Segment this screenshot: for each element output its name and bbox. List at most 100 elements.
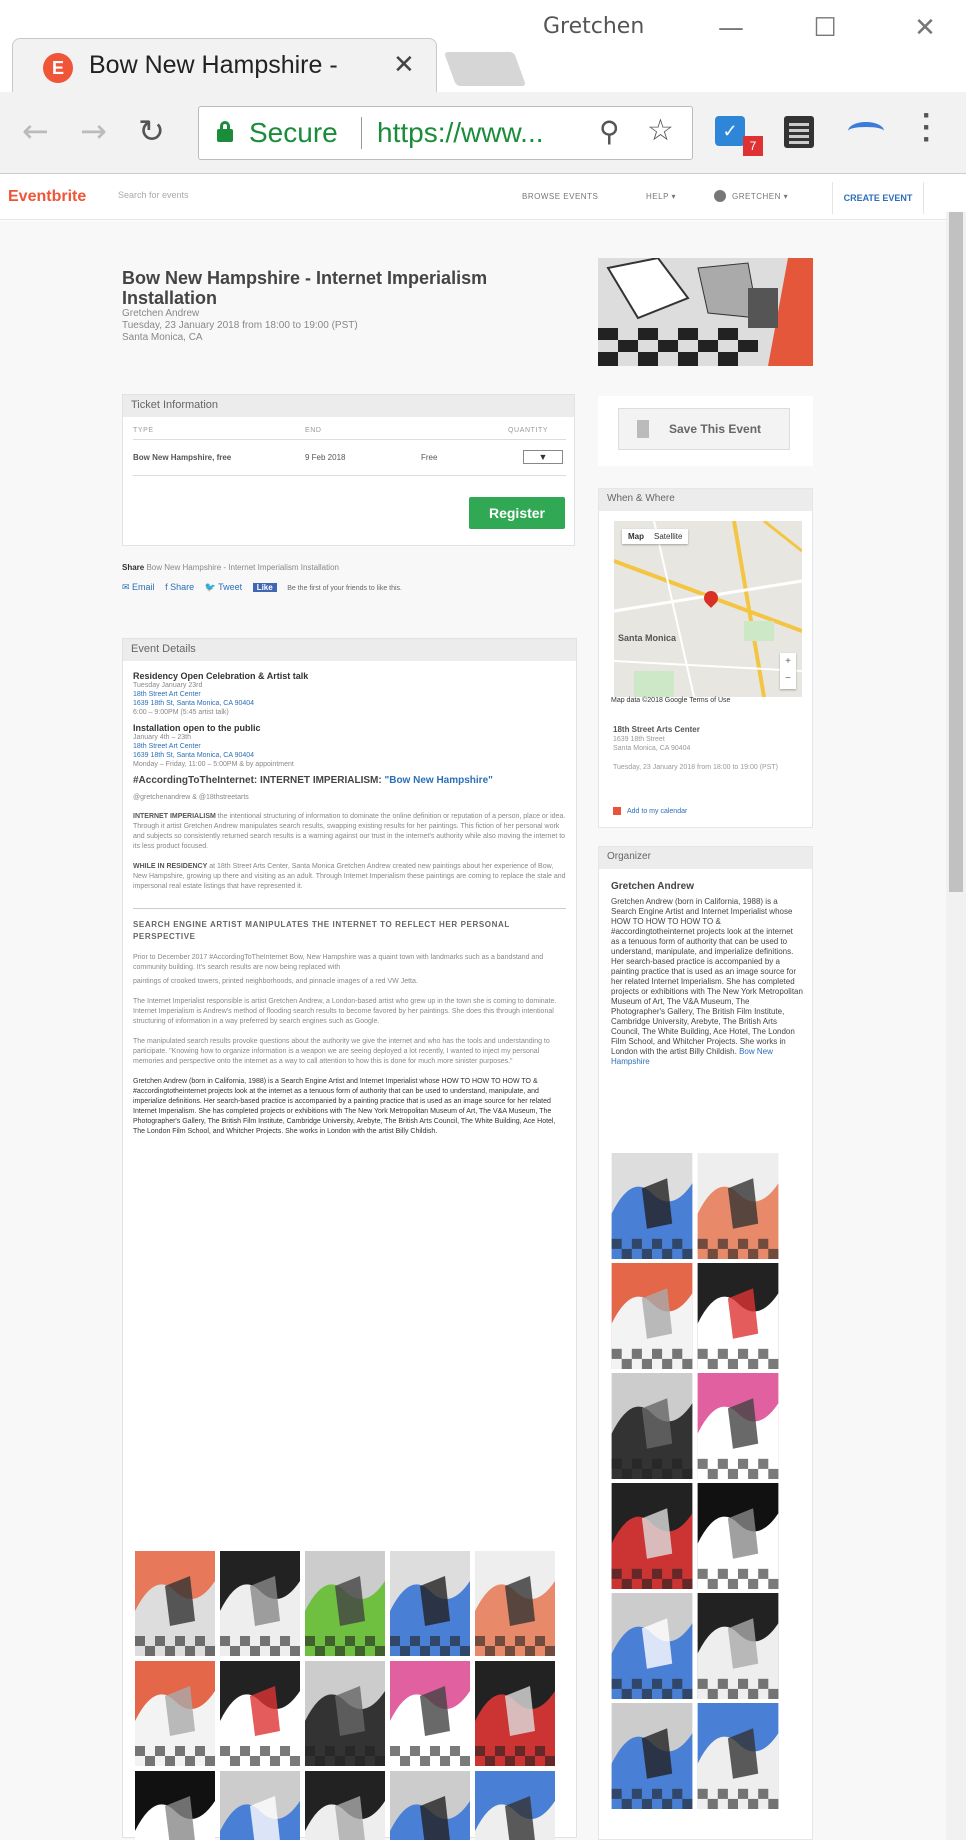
ticket-price: Free [421, 453, 438, 462]
user-icon[interactable] [714, 190, 726, 202]
organizer-artwork-thumbnail[interactable] [697, 1153, 779, 1259]
artwork-thumbnail[interactable] [135, 1551, 215, 1656]
organizer-artwork-thumbnail[interactable] [611, 1703, 693, 1809]
venue-address-1: 1639 18th Street [613, 736, 665, 743]
user-menu[interactable]: GRETCHEN ▾ [732, 192, 788, 201]
scrollbar[interactable] [946, 212, 966, 1840]
help-menu[interactable]: HELP ▾ [646, 192, 676, 201]
map-tab-satellite[interactable]: Satellite [654, 532, 682, 541]
artwork-thumbnail[interactable] [305, 1551, 385, 1656]
save-event-button[interactable]: Save This Event [618, 408, 790, 450]
maximize-icon[interactable]: ☐ [800, 8, 850, 48]
arc-extension-icon[interactable] [848, 122, 884, 140]
facebook-share-link[interactable]: f Share [165, 582, 194, 592]
paragraph: WHILE IN RESIDENCY at 18th Street Arts C… [133, 863, 566, 890]
artwork-thumbnail[interactable] [390, 1551, 470, 1656]
like-button[interactable]: Like [252, 583, 277, 592]
artwork-thumbnail[interactable] [135, 1771, 215, 1840]
filmstrip-extension-icon[interactable] [784, 116, 814, 148]
organizer-artwork-thumbnail[interactable] [697, 1593, 779, 1699]
paragraph: INTERNET IMPERIALISM the intentional str… [133, 813, 566, 850]
artwork-thumbnail[interactable] [220, 1551, 300, 1656]
residency-title: Residency Open Celebration & Artist talk [133, 671, 309, 681]
organizer-panel: Organizer Gretchen Andrew Gretchen Andre… [598, 846, 813, 1840]
artwork-thumbnail[interactable] [135, 1661, 215, 1766]
back-icon[interactable]: ← [22, 112, 49, 150]
organizer-name[interactable]: Gretchen Andrew [611, 881, 694, 892]
artwork-thumbnail[interactable] [390, 1661, 470, 1766]
organizer-artwork-thumbnail[interactable] [697, 1263, 779, 1369]
venue-link[interactable]: 18th Street Art Center [133, 742, 566, 751]
artwork-thumbnail[interactable] [390, 1771, 470, 1840]
ticket-end: 9 Feb 2018 [305, 453, 346, 462]
scroll-thumb[interactable] [949, 212, 963, 892]
organizer-artwork-thumbnail[interactable] [697, 1373, 779, 1479]
detail-line: Tuesday January 23rd [133, 682, 203, 689]
venue-link[interactable]: 18th Street Art Center [133, 690, 566, 699]
ticket-heading: Ticket Information [123, 395, 574, 417]
save-event-card: Save This Event [598, 396, 813, 466]
eventbrite-logo[interactable]: Eventbrite [8, 188, 86, 206]
map-city-label: Santa Monica [618, 633, 677, 643]
create-event-button[interactable]: CREATE EVENT [832, 182, 924, 214]
close-icon[interactable]: ✕ [900, 8, 950, 48]
map-type-toggle[interactable]: Map Satellite [622, 529, 689, 544]
event-location: Santa Monica, CA [122, 332, 203, 343]
lock-icon [217, 121, 233, 142]
organizer-artwork-thumbnail[interactable] [611, 1373, 693, 1479]
artwork-thumbnail[interactable] [475, 1661, 555, 1766]
register-button[interactable]: Register [469, 497, 565, 529]
hashtag-heading: #AccordingToTheInternet: INTERNET IMPERI… [133, 775, 493, 786]
artwork-thumbnail[interactable] [305, 1661, 385, 1766]
bow-link[interactable]: "Bow New Hampshire" [384, 775, 492, 786]
artwork-thumbnail[interactable] [475, 1551, 555, 1656]
browse-events-link[interactable]: BROWSE EVENTS [522, 192, 598, 201]
organizer-artwork-thumbnail[interactable] [697, 1483, 779, 1589]
email-share-link[interactable]: ✉ Email [122, 582, 155, 592]
detail-line: Monday – Friday, 11:00 – 5:00PM & by app… [133, 761, 294, 768]
artwork-thumbnail[interactable] [305, 1771, 385, 1840]
address-link[interactable]: 1639 18th St, Santa Monica, CA 90404 [133, 699, 566, 708]
venue-time: Tuesday, 23 January 2018 from 18:00 to 1… [613, 764, 778, 771]
quantity-select[interactable]: ▼ [523, 450, 563, 464]
reload-icon[interactable]: ↻ [138, 112, 165, 150]
tab-close-icon[interactable]: ✕ [393, 49, 415, 80]
zoom-icon[interactable]: ⚲ [599, 115, 620, 148]
url-text[interactable]: https://www... [377, 117, 544, 149]
save-event-label: Save This Event [669, 422, 762, 436]
event-hero-image [598, 258, 813, 366]
organizer-artwork-thumbnail[interactable] [611, 1263, 693, 1369]
map-tab-map[interactable]: Map [628, 532, 644, 541]
artwork-thumbnail[interactable] [220, 1661, 300, 1766]
organizer-artwork-thumbnail[interactable] [611, 1153, 693, 1259]
address-link[interactable]: 1639 18th St, Santa Monica, CA 90404 [133, 751, 566, 760]
paragraph: The Internet Imperialist responsible is … [133, 998, 557, 1025]
profile-name[interactable]: Gretchen [543, 14, 644, 39]
location-map[interactable]: Map Satellite Santa Monica + − [614, 521, 802, 697]
artwork-thumbnail[interactable] [220, 1771, 300, 1840]
new-tab-button[interactable] [443, 52, 527, 86]
organizer-artwork-thumbnail[interactable] [697, 1703, 779, 1809]
tweet-link[interactable]: 🐦 Tweet [205, 582, 243, 592]
share-links: ✉ Email f Share 🐦 Tweet Like Be the firs… [122, 582, 410, 593]
menu-icon[interactable]: · · · [922, 101, 932, 155]
star-icon[interactable]: ☆ [647, 113, 674, 148]
forward-icon[interactable]: → [80, 112, 107, 150]
browser-tab[interactable]: E Bow New Hampshire - Int ✕ [12, 38, 437, 94]
event-organizer[interactable]: Gretchen Andrew [122, 308, 577, 320]
address-bar[interactable]: Secure https://www... ⚲ ☆ [198, 106, 693, 160]
todo-extension-icon[interactable]: ✓ [715, 116, 745, 146]
details-heading: Event Details [123, 639, 576, 661]
ticket-divider [133, 475, 566, 476]
minimize-icon[interactable]: — [706, 8, 756, 48]
organizer-artwork-thumbnail[interactable] [611, 1593, 693, 1699]
artwork-thumbnail[interactable] [475, 1771, 555, 1840]
organizer-artwork-thumbnail[interactable] [611, 1483, 693, 1589]
col-type: TYPE [133, 427, 154, 434]
add-to-calendar-link[interactable]: Add to my calendar [613, 807, 687, 815]
like-text: Be the first of your friends to like thi… [287, 585, 402, 592]
browser-titlebar: Gretchen — ☐ ✕ E Bow New Hampshire - Int… [0, 0, 966, 94]
search-input[interactable]: Search for events [118, 190, 189, 200]
map-zoom-control[interactable]: + − [780, 653, 796, 689]
paragraph: Prior to December 2017 #AccordingToTheIn… [133, 954, 544, 971]
